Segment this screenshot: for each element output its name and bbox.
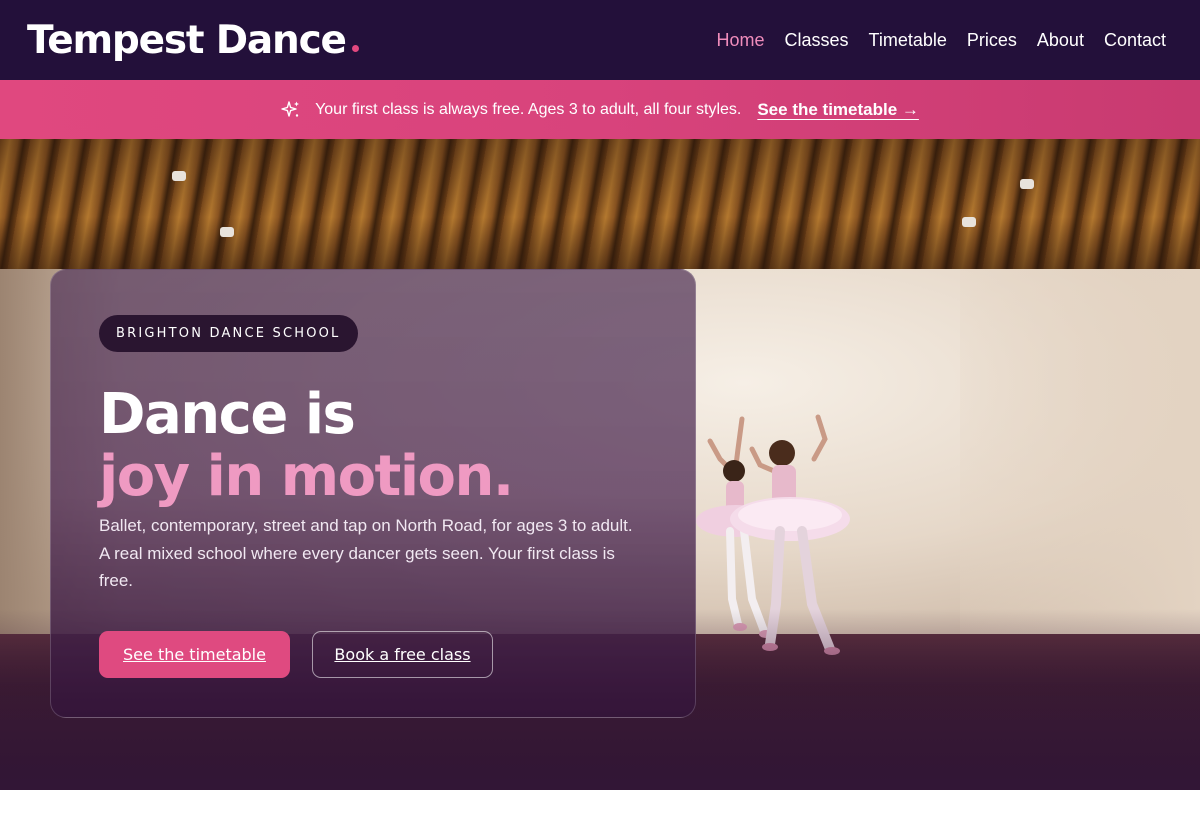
book-free-class-button[interactable]: Book a free class [312,630,493,678]
school-tag: BRIGHTON DANCE SCHOOL [99,315,358,352]
site-header: Tempest Dance Home Classes Timetable Pri… [0,0,1200,80]
nav-contact-link[interactable]: Contact [1104,30,1166,51]
main-nav: Home Classes Timetable Prices About Cont… [716,30,1166,51]
headline-line-1: Dance is [99,382,356,447]
logo-text[interactable]: Tempest Dance [27,21,347,60]
nav-classes-link[interactable]: Classes [784,30,848,51]
nav-home-link[interactable]: Home [716,30,764,51]
hero-headline: Dance is joy in motion. [99,384,647,508]
nav-about-link[interactable]: About [1037,30,1084,51]
announcement-timetable-link[interactable]: See the timetable → [757,100,919,120]
hero-description: Ballet, contemporary, street and tap on … [99,516,633,590]
hero-actions: See the timetable Book a free class [99,630,647,678]
announcement-bar: Your first class is always free. Ages 3 … [0,80,1200,139]
see-timetable-button[interactable]: See the timetable [99,630,290,678]
site-logo[interactable]: Tempest Dance [27,21,359,60]
spotlight-icon [962,217,976,227]
nav-prices-link[interactable]: Prices [967,30,1017,51]
nav-timetable-link[interactable]: Timetable [869,30,947,51]
hero-card: BRIGHTON DANCE SCHOOL Dance is joy in mo… [50,269,696,718]
headline-line-2: joy in motion. [99,444,514,509]
spotlight-icon [1020,179,1034,189]
ceiling-shade [0,139,1200,269]
logo-dot-icon [351,44,359,52]
announcement-text: Your first class is always free. Ages 3 … [315,100,742,118]
spotlight-icon [172,171,186,181]
sparkle-icon [281,100,301,120]
spotlight-icon [220,227,234,237]
